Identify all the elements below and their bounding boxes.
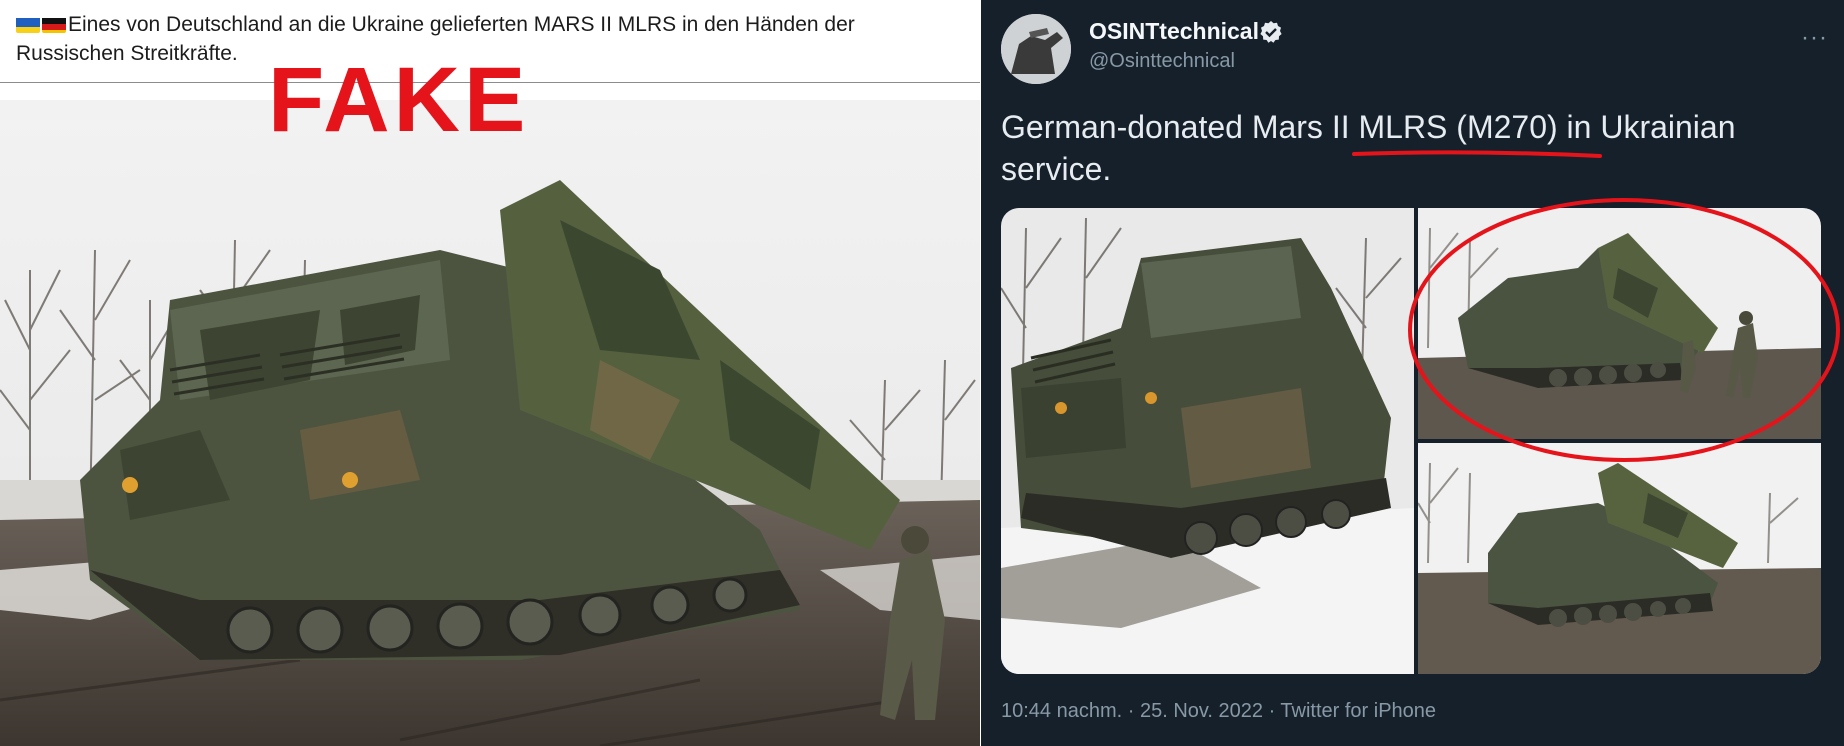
fake-stamp: FAKE [268, 49, 530, 151]
display-name[interactable]: OSINTtechnical [1089, 18, 1259, 45]
tweet-photo-3[interactable] [1418, 443, 1821, 674]
avatar[interactable] [1001, 14, 1071, 84]
tweet-meta: 10:44 nachm. · 25. Nov. 2022 · Twitter f… [1001, 700, 1437, 722]
left-post: Eines von Deutschland an die Ukraine gel… [0, 0, 980, 746]
tweet-photo-1[interactable] [1001, 208, 1414, 674]
red-underline-annotation [1352, 150, 1602, 158]
verified-badge-icon [1260, 21, 1282, 43]
handle[interactable]: @Osinttechnical [1089, 50, 1235, 73]
germany-flag-icon [42, 15, 66, 33]
more-options-icon[interactable]: ··· [1801, 24, 1828, 52]
red-circle-annotation [1408, 198, 1840, 462]
ukraine-flag-icon [16, 15, 40, 33]
mlrs-photo[interactable] [0, 100, 980, 746]
